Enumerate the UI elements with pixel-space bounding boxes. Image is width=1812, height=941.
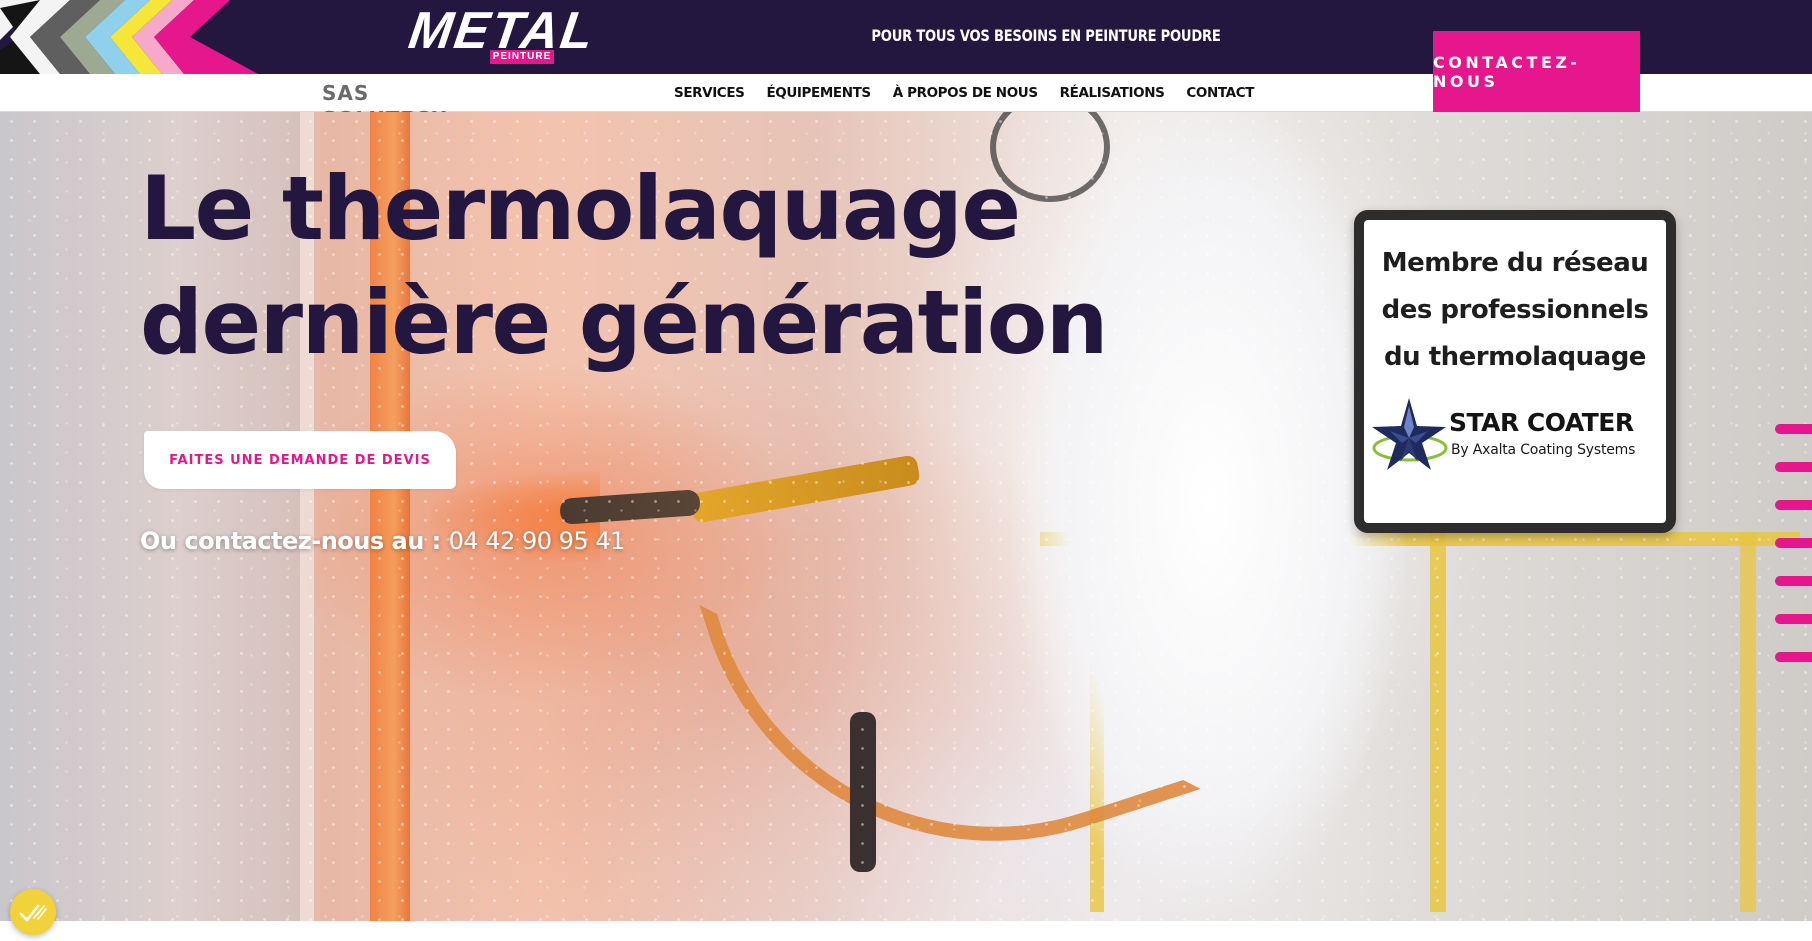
badge-text: Membre du réseau des professionnels du t…: [1364, 240, 1666, 381]
hero-section: Le thermolaquage dernière génération FAI…: [0, 112, 1812, 921]
section-nav-bar-1[interactable]: [1775, 424, 1812, 434]
stripes-decoration: [0, 0, 258, 74]
nav-item-realisations[interactable]: RÉALISATIONS: [1060, 85, 1165, 101]
section-nav-bar-5[interactable]: [1775, 576, 1812, 586]
star-coater-badge[interactable]: Membre du réseau des professionnels du t…: [1354, 210, 1676, 533]
nav-item-equipements[interactable]: ÉQUIPEMENTS: [766, 85, 871, 101]
headline-line-1: Le thermolaquage: [140, 152, 1140, 266]
header-tagline: POUR TOUS VOS BESOINS EN PEINTURE POUDRE: [871, 26, 1221, 45]
headline-light: Le: [140, 157, 282, 260]
star-coater-title: STAR COATER: [1449, 408, 1634, 437]
nav-item-a-propos[interactable]: À PROPOS DE NOUS: [893, 85, 1038, 101]
nav-item-contact[interactable]: CONTACT: [1186, 85, 1254, 101]
star-coater-logo-icon: [1372, 398, 1448, 470]
section-nav-bar-4[interactable]: [1775, 538, 1812, 548]
metal-peinture-logo[interactable]: METAL PEINTURE: [402, 2, 602, 68]
section-nav-bar-6[interactable]: [1775, 614, 1812, 624]
headline-bold: thermolaquage: [281, 157, 1021, 260]
section-nav-bar-2[interactable]: [1775, 462, 1812, 472]
badge-line: des professionnels: [1381, 295, 1649, 325]
badge-line: Membre du réseau: [1381, 248, 1649, 278]
cookie-consent-button[interactable]: [10, 889, 56, 935]
phone-label: Ou contactez-nous au :: [140, 527, 449, 555]
star-coater-subtitle: By Axalta Coating Systems: [1451, 442, 1636, 458]
contact-us-button[interactable]: CONTACTEZ-NOUS: [1433, 31, 1640, 112]
badge-line: du thermolaquage: [1384, 342, 1646, 372]
headline-line-2: dernière génération: [140, 271, 1108, 374]
logo-subtitle: PEINTURE: [490, 50, 554, 64]
phone-contact-line: Ou contactez-nous au : 04 42 90 95 41: [140, 524, 700, 558]
nav-menu: SERVICES ÉQUIPEMENTS À PROPOS DE NOUS RÉ…: [674, 74, 1276, 112]
logo-wordmark: METAL: [405, 2, 599, 60]
section-nav-bar-3[interactable]: [1775, 500, 1812, 510]
quote-request-button[interactable]: FAITES UNE DEMANDE DE DEVIS: [144, 431, 456, 489]
section-nav-bar-7[interactable]: [1775, 652, 1812, 662]
side-section-nav: [1775, 424, 1812, 664]
nav-item-services[interactable]: SERVICES: [674, 85, 745, 101]
cookie-check-icon: [19, 904, 47, 922]
hero-headline: Le thermolaquage dernière génération: [140, 152, 1140, 380]
company-name: SAS SOLUTECH: [322, 81, 447, 131]
phone-number-link[interactable]: 04 42 90 95 41: [449, 527, 626, 555]
